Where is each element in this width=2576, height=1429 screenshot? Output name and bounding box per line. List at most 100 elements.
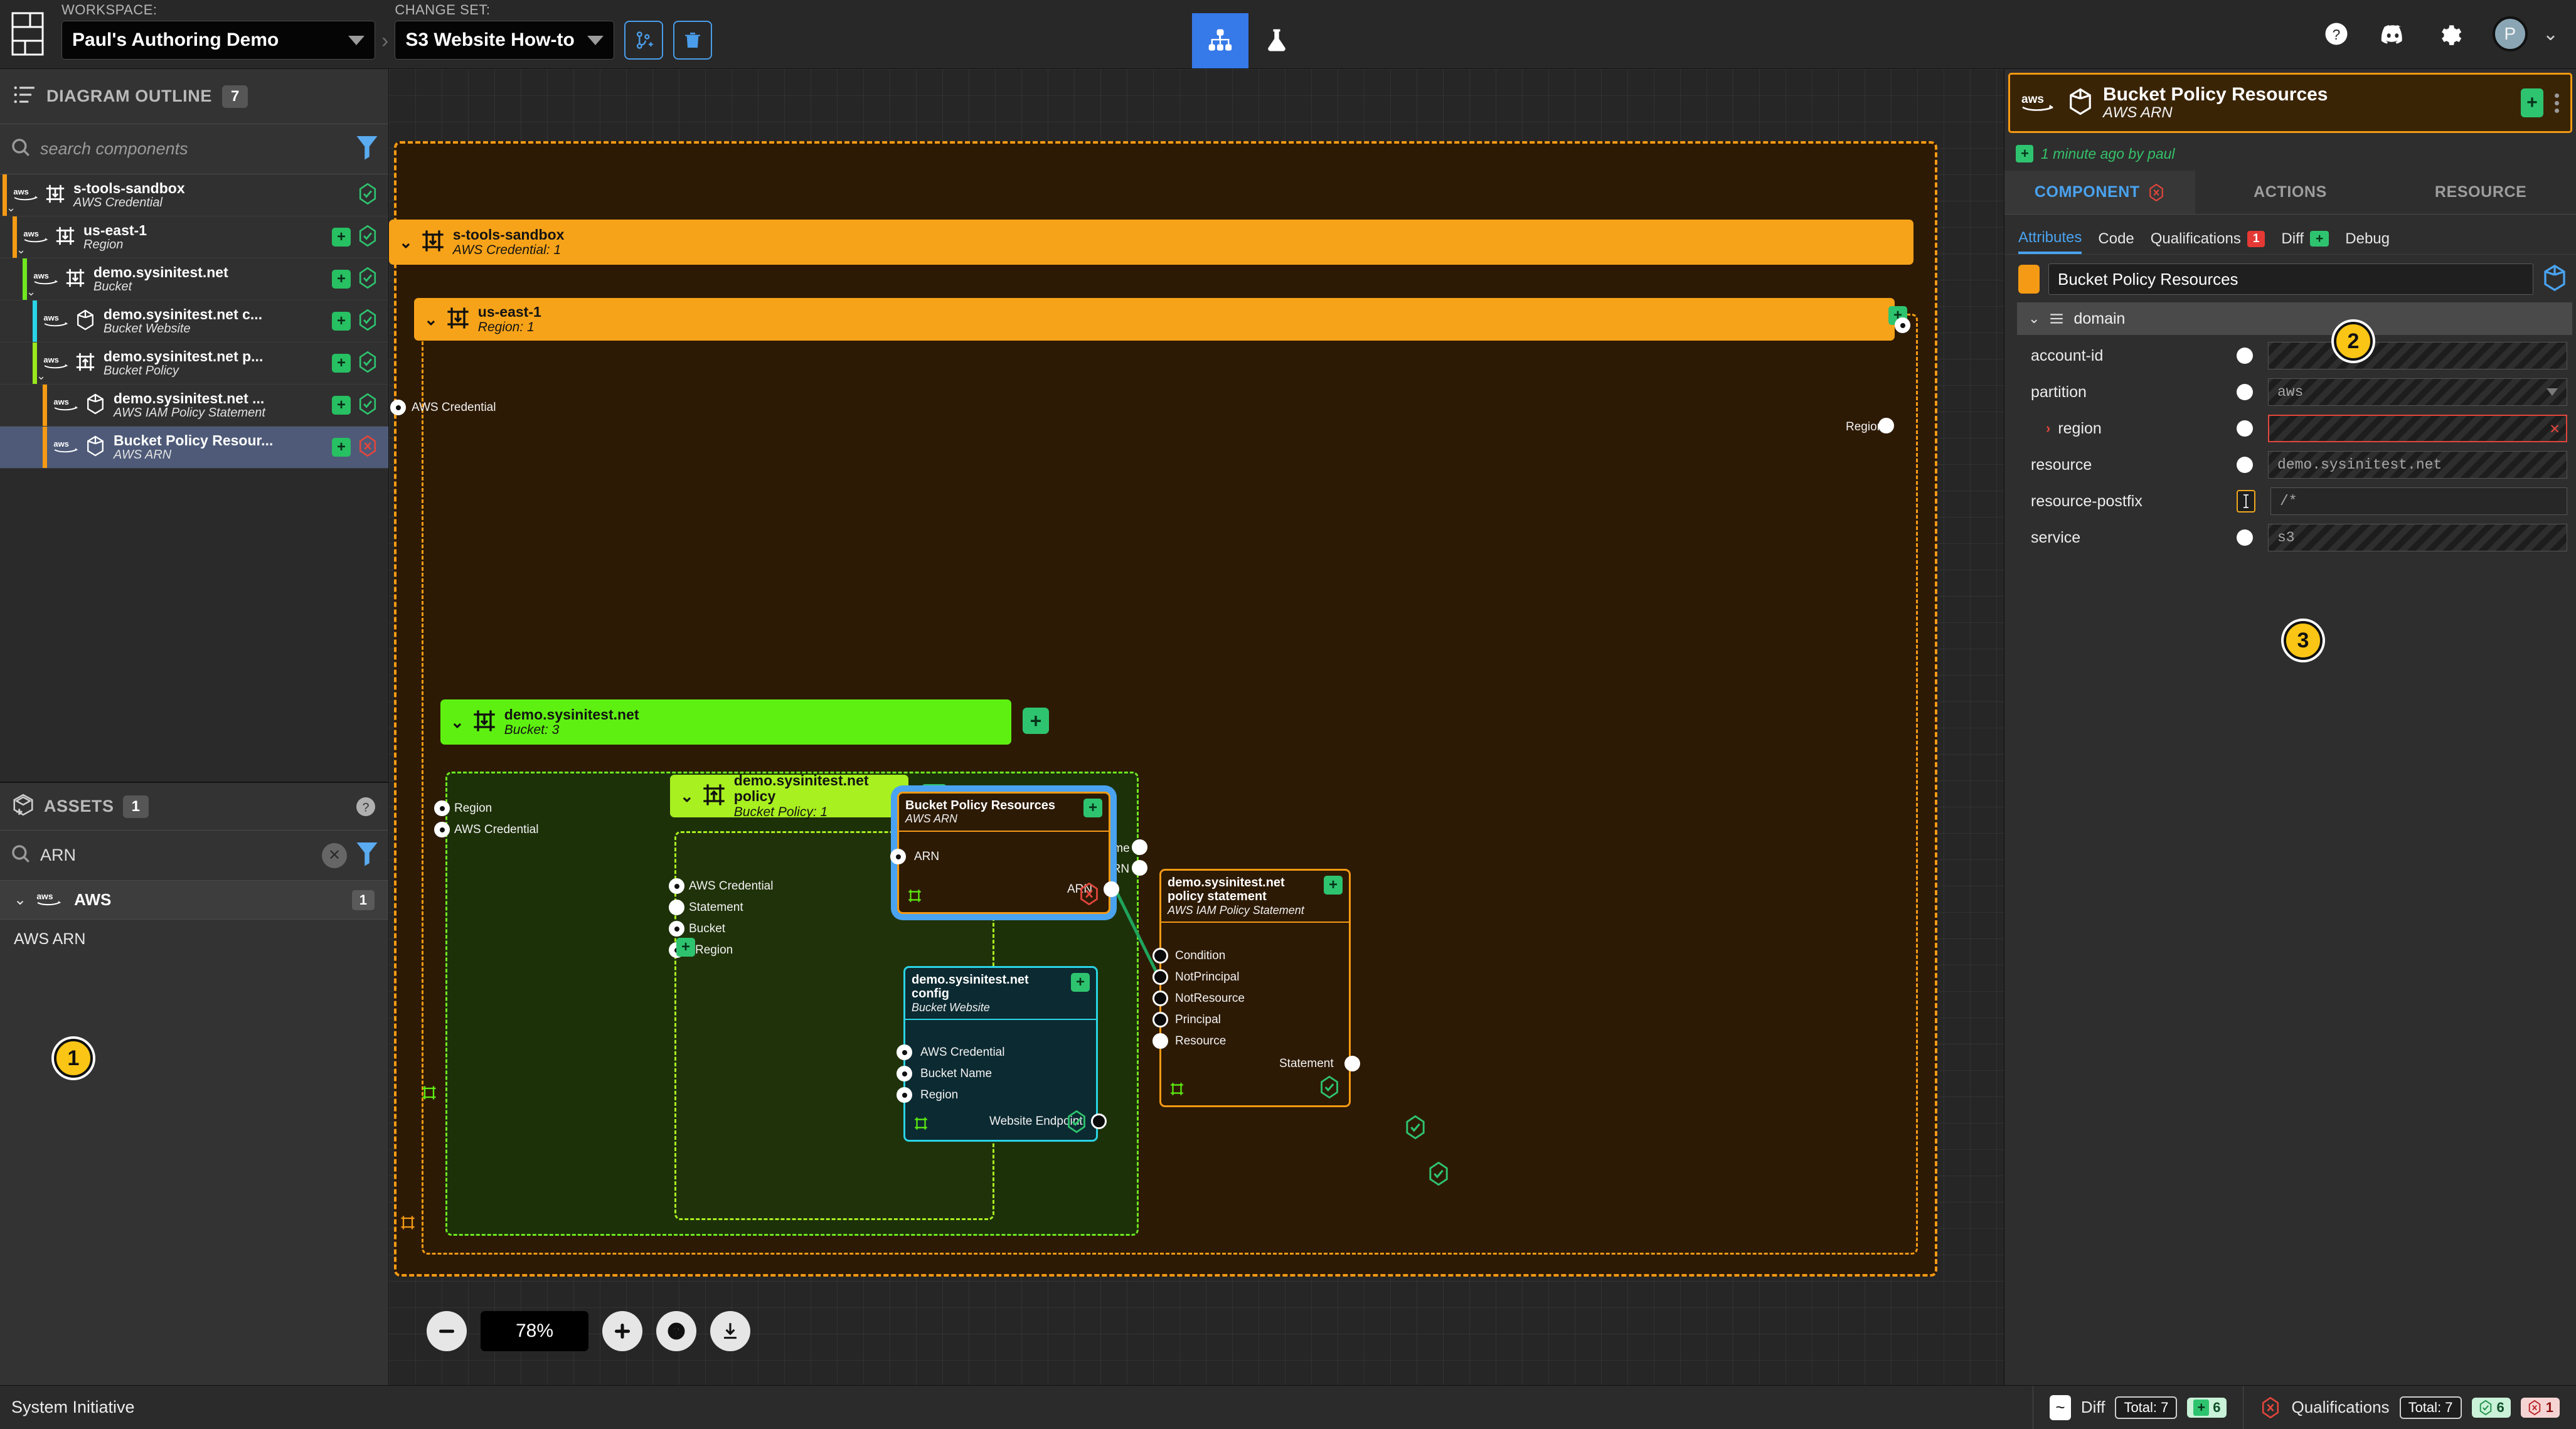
row-add-button[interactable]: +: [332, 312, 351, 331]
clear-search-button[interactable]: ✕: [322, 842, 347, 868]
changeset-dropdown[interactable]: S3 Website How-to: [395, 21, 615, 60]
attribute-bullet[interactable]: [2237, 420, 2253, 437]
assets-search-input[interactable]: [40, 846, 313, 865]
row-expand-chevron-icon[interactable]: ⌄: [6, 201, 16, 215]
socket-bucket-region[interactable]: [434, 800, 450, 816]
zoom-out-button[interactable]: [427, 1311, 467, 1351]
attribute-value[interactable]: [2268, 342, 2567, 369]
frame-title-s-tools-sandbox[interactable]: ⌄ s-tools-sandbox AWS Credential: 1: [389, 220, 1913, 265]
socket-add-button[interactable]: +: [676, 938, 695, 957]
outline-row-5[interactable]: aws demo.sysinitest.net ... AWS IAM Policy…: [0, 385, 388, 427]
component-name-input[interactable]: Bucket Policy Resources: [2048, 263, 2533, 295]
component-policy-statement[interactable]: demo.sysinitest.net policy statement AWS…: [1152, 869, 1360, 1107]
row-expand-chevron-icon[interactable]: ⌄: [36, 369, 46, 383]
socket-policy-aws-credential[interactable]: [669, 878, 684, 894]
delete-changeset-button[interactable]: [673, 21, 713, 60]
subtab-diff[interactable]: Diff +: [2281, 215, 2329, 254]
socket-arn-out[interactable]: [1104, 881, 1119, 897]
attribute-bullet[interactable]: [2237, 529, 2253, 546]
socket-credential-in[interactable]: [897, 1044, 912, 1060]
cube-icon[interactable]: [2542, 264, 2567, 295]
assets-help-button[interactable]: ?: [354, 795, 377, 818]
domain-section-header[interactable]: ⌄ domain: [2017, 302, 2572, 335]
attribute-row-account-id[interactable]: account-id: [2023, 340, 2576, 371]
filter-icon[interactable]: [356, 134, 378, 164]
socket-region-aws-credential[interactable]: [390, 400, 406, 415]
kebab-menu-icon[interactable]: [2555, 93, 2559, 113]
diagram-canvas[interactable]: ⌄ s-tools-sandbox AWS Credential: 1 ⌄ us…: [389, 69, 2004, 1385]
socket-bucket-credential[interactable]: [434, 822, 450, 837]
component-add-button[interactable]: +: [1324, 876, 1343, 895]
attribute-value[interactable]: ✕: [2268, 415, 2567, 442]
diff-status-section[interactable]: ~ Diff Total: 7 + 6: [2032, 1386, 2243, 1429]
attribute-row-service[interactable]: service s3: [2023, 522, 2576, 553]
attribute-value[interactable]: /*: [2270, 487, 2567, 515]
frame-title-policy[interactable]: ⌄ demo.sysinitest.net policy Bucket Poli…: [670, 773, 908, 819]
attribute-bullet[interactable]: [2237, 457, 2253, 473]
discord-button[interactable]: [2380, 21, 2406, 47]
attribute-row-partition[interactable]: partition aws: [2023, 376, 2576, 408]
attribute-value[interactable]: aws: [2268, 378, 2567, 406]
socket-notprincipal-in[interactable]: [1152, 969, 1168, 985]
outline-row-4[interactable]: aws demo.sysinitest.net p... Bucket Policy…: [0, 343, 388, 385]
outline-row-2[interactable]: aws demo.sysinitest.net Bucket + ⌄: [0, 258, 388, 300]
socket-condition-in[interactable]: [1152, 948, 1168, 964]
row-expand-chevron-icon[interactable]: ⌄: [26, 285, 36, 299]
attribute-bullet[interactable]: [2237, 384, 2253, 400]
socket-region-in[interactable]: [897, 1087, 912, 1103]
subtab-code[interactable]: Code: [2098, 215, 2134, 254]
qualifications-status-section[interactable]: Qualifications Total: 7 6 1: [2243, 1386, 2576, 1429]
frame-title-bucket[interactable]: ⌄ demo.sysinitest.net Bucket: 3: [440, 699, 1011, 745]
outline-row-1[interactable]: aws us-east-1 Region + ⌄: [0, 216, 388, 258]
outline-row-6[interactable]: aws Bucket Policy Resour... AWS ARN +: [0, 427, 388, 469]
socket-bucket-arn-out[interactable]: [1132, 860, 1147, 876]
attribute-value[interactable]: s3: [2268, 524, 2567, 551]
zoom-level[interactable]: 78%: [481, 1311, 588, 1351]
outline-row-0[interactable]: aws s-tools-sandbox AWS Credential ⌄: [0, 174, 388, 216]
profile-menu[interactable]: P ⌄: [2492, 16, 2558, 51]
socket-policy-bucket[interactable]: [669, 921, 684, 937]
tab-diagram[interactable]: [1192, 13, 1248, 68]
asset-item-aws-arn[interactable]: AWS ARN: [0, 920, 388, 959]
socket-arn-in[interactable]: [890, 849, 906, 864]
subtab-attributes[interactable]: Attributes: [2018, 215, 2082, 254]
tab-lab[interactable]: [1248, 13, 1305, 68]
canvas-help-button[interactable]: ?: [656, 1311, 696, 1351]
frame-title-us-east-1[interactable]: ⌄ us-east-1 Region: 1: [414, 298, 1895, 341]
zoom-in-button[interactable]: [602, 1311, 642, 1351]
subtab-qualifications[interactable]: Qualifications 1: [2151, 215, 2265, 254]
attribute-row-resource[interactable]: resource demo.sysinitest.net: [2023, 449, 2576, 481]
row-add-button[interactable]: +: [332, 228, 351, 247]
socket-policy-statement[interactable]: [669, 900, 684, 915]
row-add-button[interactable]: +: [332, 396, 351, 415]
socket-resource-in[interactable]: [1152, 1033, 1168, 1049]
component-bucket-policy-resources[interactable]: Bucket Policy Resources AWS ARN + ARN AR…: [890, 792, 1119, 914]
settings-button[interactable]: [2436, 21, 2462, 47]
row-add-button[interactable]: +: [332, 438, 351, 457]
socket-bucket-name-in[interactable]: [897, 1066, 912, 1081]
component-add-button[interactable]: +: [1071, 973, 1090, 992]
socket-statement-out[interactable]: [1344, 1056, 1360, 1071]
row-add-button[interactable]: +: [332, 270, 351, 289]
help-button[interactable]: ?: [2323, 21, 2350, 47]
component-add-button[interactable]: +: [1083, 799, 1102, 817]
component-bucket-website-config[interactable]: demo.sysinitest.net config Bucket Websit…: [897, 966, 1107, 1142]
attribute-row-region[interactable]: › region ✕: [2023, 413, 2576, 444]
attribute-bullet[interactable]: [2237, 348, 2253, 364]
subtab-debug[interactable]: Debug: [2345, 215, 2390, 254]
tab-resource[interactable]: RESOURCE: [2385, 171, 2576, 214]
socket-principal-in[interactable]: [1152, 1012, 1168, 1028]
socket-notresource-in[interactable]: [1152, 991, 1168, 1006]
filter-icon[interactable]: [356, 840, 378, 871]
outline-row-3[interactable]: aws demo.sysinitest.net c... Bucket Websit…: [0, 300, 388, 343]
frame-add-button-bucket[interactable]: +: [1023, 708, 1049, 734]
tab-component[interactable]: COMPONENT: [2004, 171, 2195, 214]
attribute-row-resource-postfix[interactable]: resource-postfix /*: [2023, 486, 2576, 517]
row-expand-chevron-icon[interactable]: ⌄: [16, 243, 26, 257]
row-add-button[interactable]: +: [332, 354, 351, 373]
details-add-button[interactable]: +: [2521, 88, 2543, 117]
download-button[interactable]: [710, 1311, 750, 1351]
tab-actions[interactable]: ACTIONS: [2195, 171, 2386, 214]
workspace-dropdown[interactable]: Paul's Authoring Demo: [61, 21, 375, 60]
attribute-value[interactable]: demo.sysinitest.net: [2268, 451, 2567, 479]
